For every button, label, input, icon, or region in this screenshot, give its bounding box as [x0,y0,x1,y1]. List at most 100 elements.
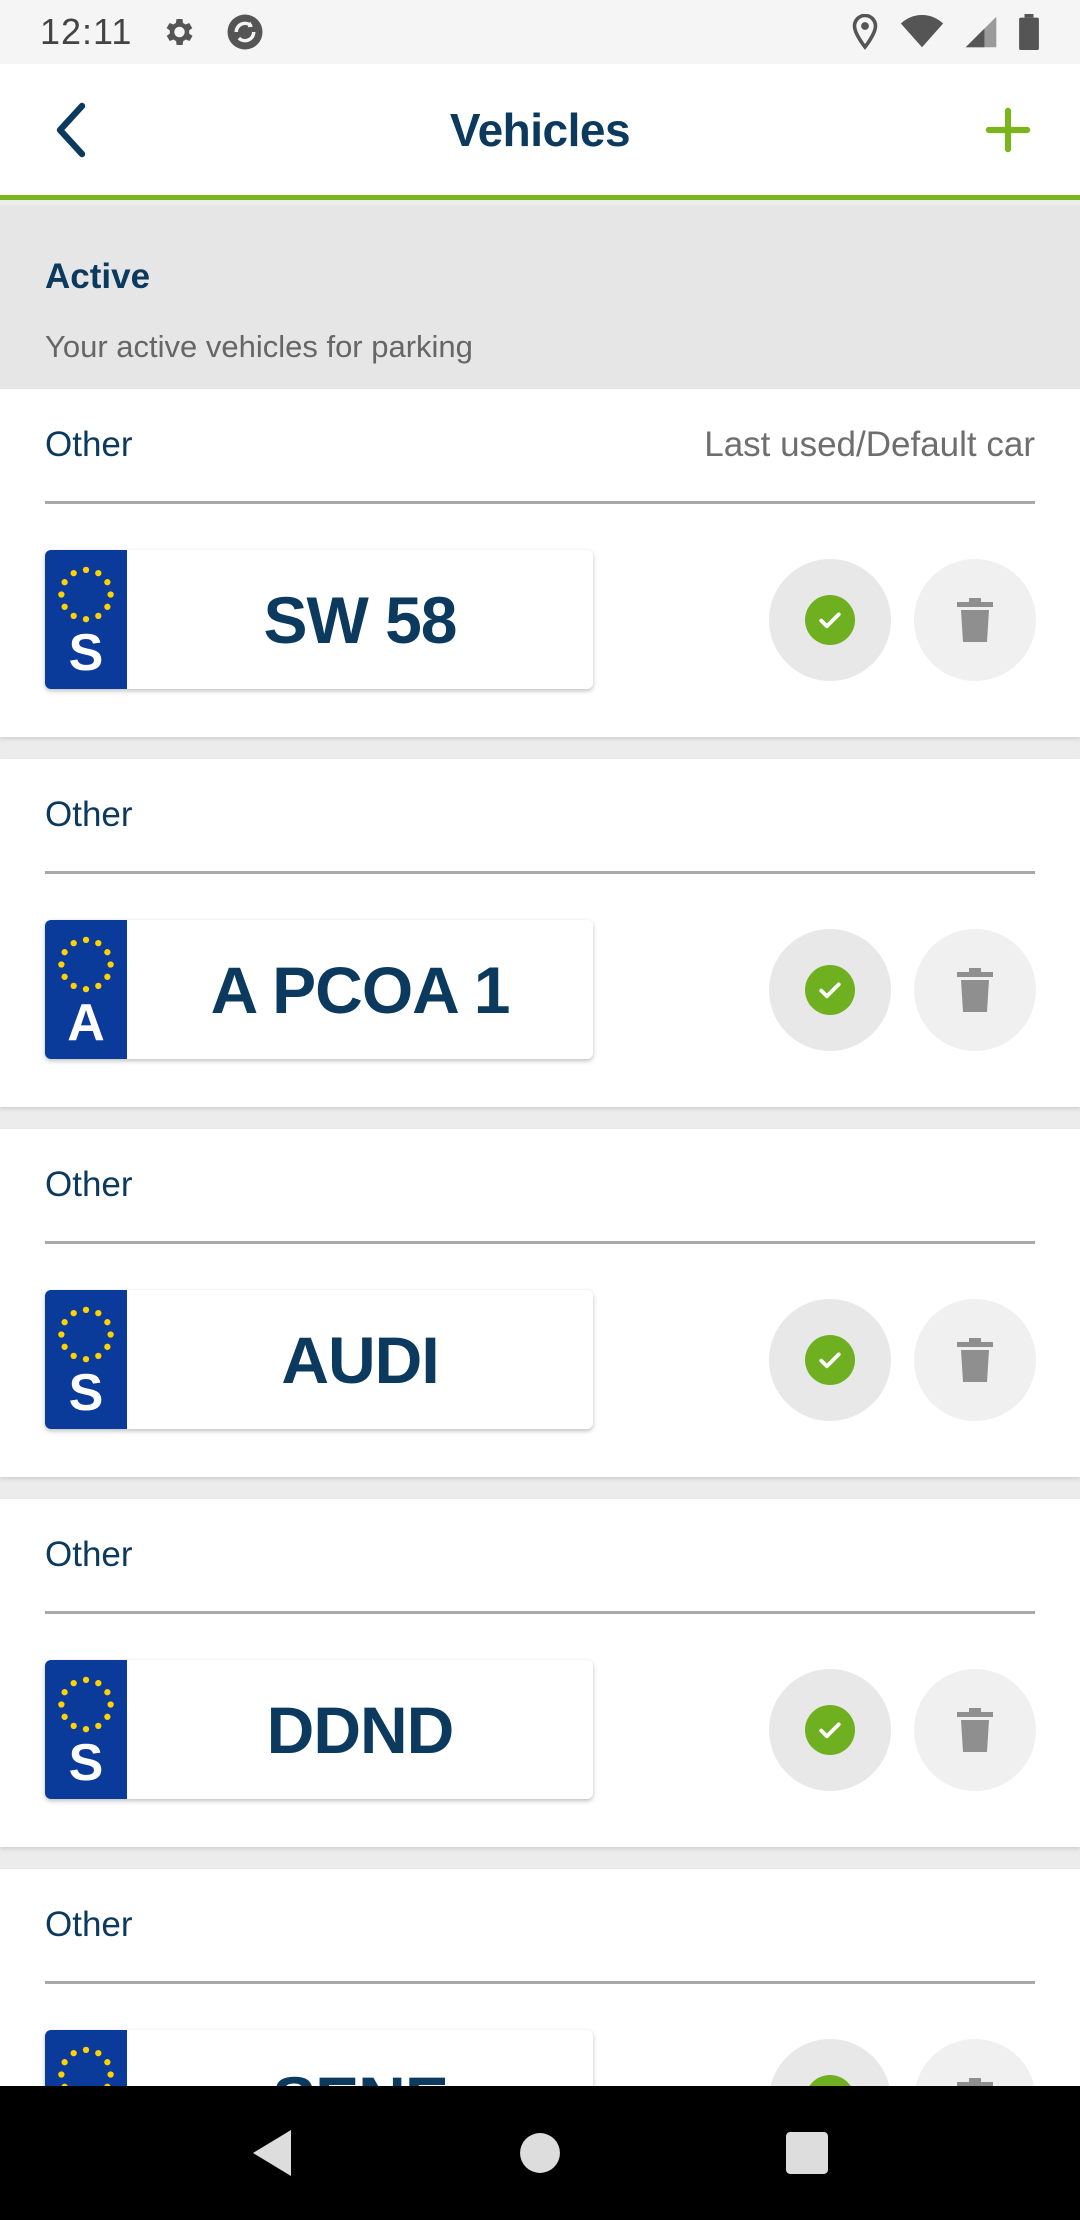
add-vehicle-button[interactable] [976,100,1040,164]
eu-star [104,2059,111,2066]
eu-star [82,936,90,944]
eu-star [107,591,114,598]
delete-button[interactable] [914,1299,1036,1421]
eu-star [104,603,111,610]
license-plate[interactable]: S SW 58 [45,550,593,689]
status-time: 12:11 [40,11,133,52]
sync-icon [224,11,266,53]
eu-stars-icon [58,1306,114,1363]
back-button[interactable] [40,100,104,164]
eu-star [61,1713,68,1720]
signal-icon [964,15,998,49]
plate-number: SENE [127,2030,593,2087]
recents-square-icon [785,2132,828,2174]
activate-button[interactable] [769,929,891,1051]
eu-star [70,1679,77,1687]
plate-number: SW 58 [263,582,457,657]
location-icon [850,14,880,50]
activate-button[interactable] [769,1299,891,1421]
delete-button[interactable] [914,559,1036,681]
delete-button[interactable] [914,929,1036,1051]
plus-icon [985,107,1031,158]
eu-band: S [45,2030,127,2086]
eu-star [82,1306,90,1314]
plate-country: S [68,1364,104,1422]
check-icon [805,1335,855,1385]
app-bar: Vehicles [0,64,1080,200]
vehicle-card: Other Last used/Default car S SW 58 [0,389,1080,737]
license-plate[interactable]: A A PCOA 1 [45,920,593,1059]
license-plate[interactable]: S DDND [45,1660,593,1799]
eu-star [70,1722,77,1730]
eu-star [61,2059,68,2066]
eu-star [95,1309,102,1317]
eu-star [70,569,77,577]
eu-star [58,591,65,598]
plate-number: DDND [266,1692,455,1767]
eu-star [70,612,77,620]
status-left: 12:11 [40,11,266,53]
eu-star [95,1679,102,1687]
eu-star [82,615,90,623]
eu-star [95,2049,102,2057]
eu-star [82,1676,90,1684]
vehicle-card: Other S DDND [0,1499,1080,1847]
vehicle-list[interactable]: Other Last used/Default car S SW 58 Othe… [0,389,1080,2086]
delete-button[interactable] [914,2039,1036,2086]
eu-star [82,985,90,993]
plate-number: AUDI [281,1322,439,1397]
eu-star [95,1722,102,1730]
trash-icon [957,1338,993,1382]
nav-back-button[interactable] [233,2113,313,2193]
eu-star [104,1343,111,1350]
section-subtitle: Your active vehicles for parking [45,329,473,364]
check-icon [805,595,855,645]
activate-button[interactable] [769,1669,891,1791]
license-plate[interactable]: S AUDI [45,1290,593,1429]
eu-star [104,949,111,956]
nav-recents-button[interactable] [767,2113,847,2193]
eu-band: S [45,550,127,689]
eu-star [58,961,65,968]
status-bar: 12:11 [0,0,1080,64]
eu-star [104,1319,111,1326]
gear-icon [160,14,196,50]
eu-stars-icon [58,936,114,993]
vehicle-type: Other [45,1535,133,1574]
eu-star [70,2049,77,2057]
license-plate[interactable]: S SENE [45,2030,593,2086]
status-right [850,14,1040,50]
vehicle-type: Other [45,1905,133,1944]
eu-star [82,566,90,574]
eu-star [95,939,102,947]
eu-star [61,1343,68,1350]
eu-star [58,2071,65,2078]
eu-star [104,579,111,586]
wifi-icon [900,15,944,49]
section-title: Active [45,257,151,296]
eu-band: A [45,920,127,1059]
delete-button[interactable] [914,1669,1036,1791]
activate-button[interactable] [769,559,891,681]
eu-star [58,1701,65,1708]
section-header: Active Your active vehicles for parking [0,205,1080,389]
eu-star [61,603,68,610]
eu-stars-icon [58,2046,114,2086]
eu-stars-icon [58,566,114,623]
eu-band: S [45,1660,127,1799]
plate-country: S [68,624,104,682]
plate-number: A PCOA 1 [210,952,511,1027]
page-title: Vehicles [449,103,631,156]
eu-star [95,1352,102,1360]
nav-home-button[interactable] [500,2113,580,2193]
eu-star [61,1689,68,1696]
activate-button[interactable] [769,2039,891,2086]
eu-star [107,2071,114,2078]
app-root: 12:11 Vehicles Active Your active vehicl… [0,0,1080,2220]
back-triangle-icon [253,2130,292,2176]
battery-icon [1018,14,1040,50]
check-icon [805,2075,855,2086]
eu-stars-icon [58,1676,114,1733]
eu-star [107,1331,114,1338]
eu-star [70,939,77,947]
